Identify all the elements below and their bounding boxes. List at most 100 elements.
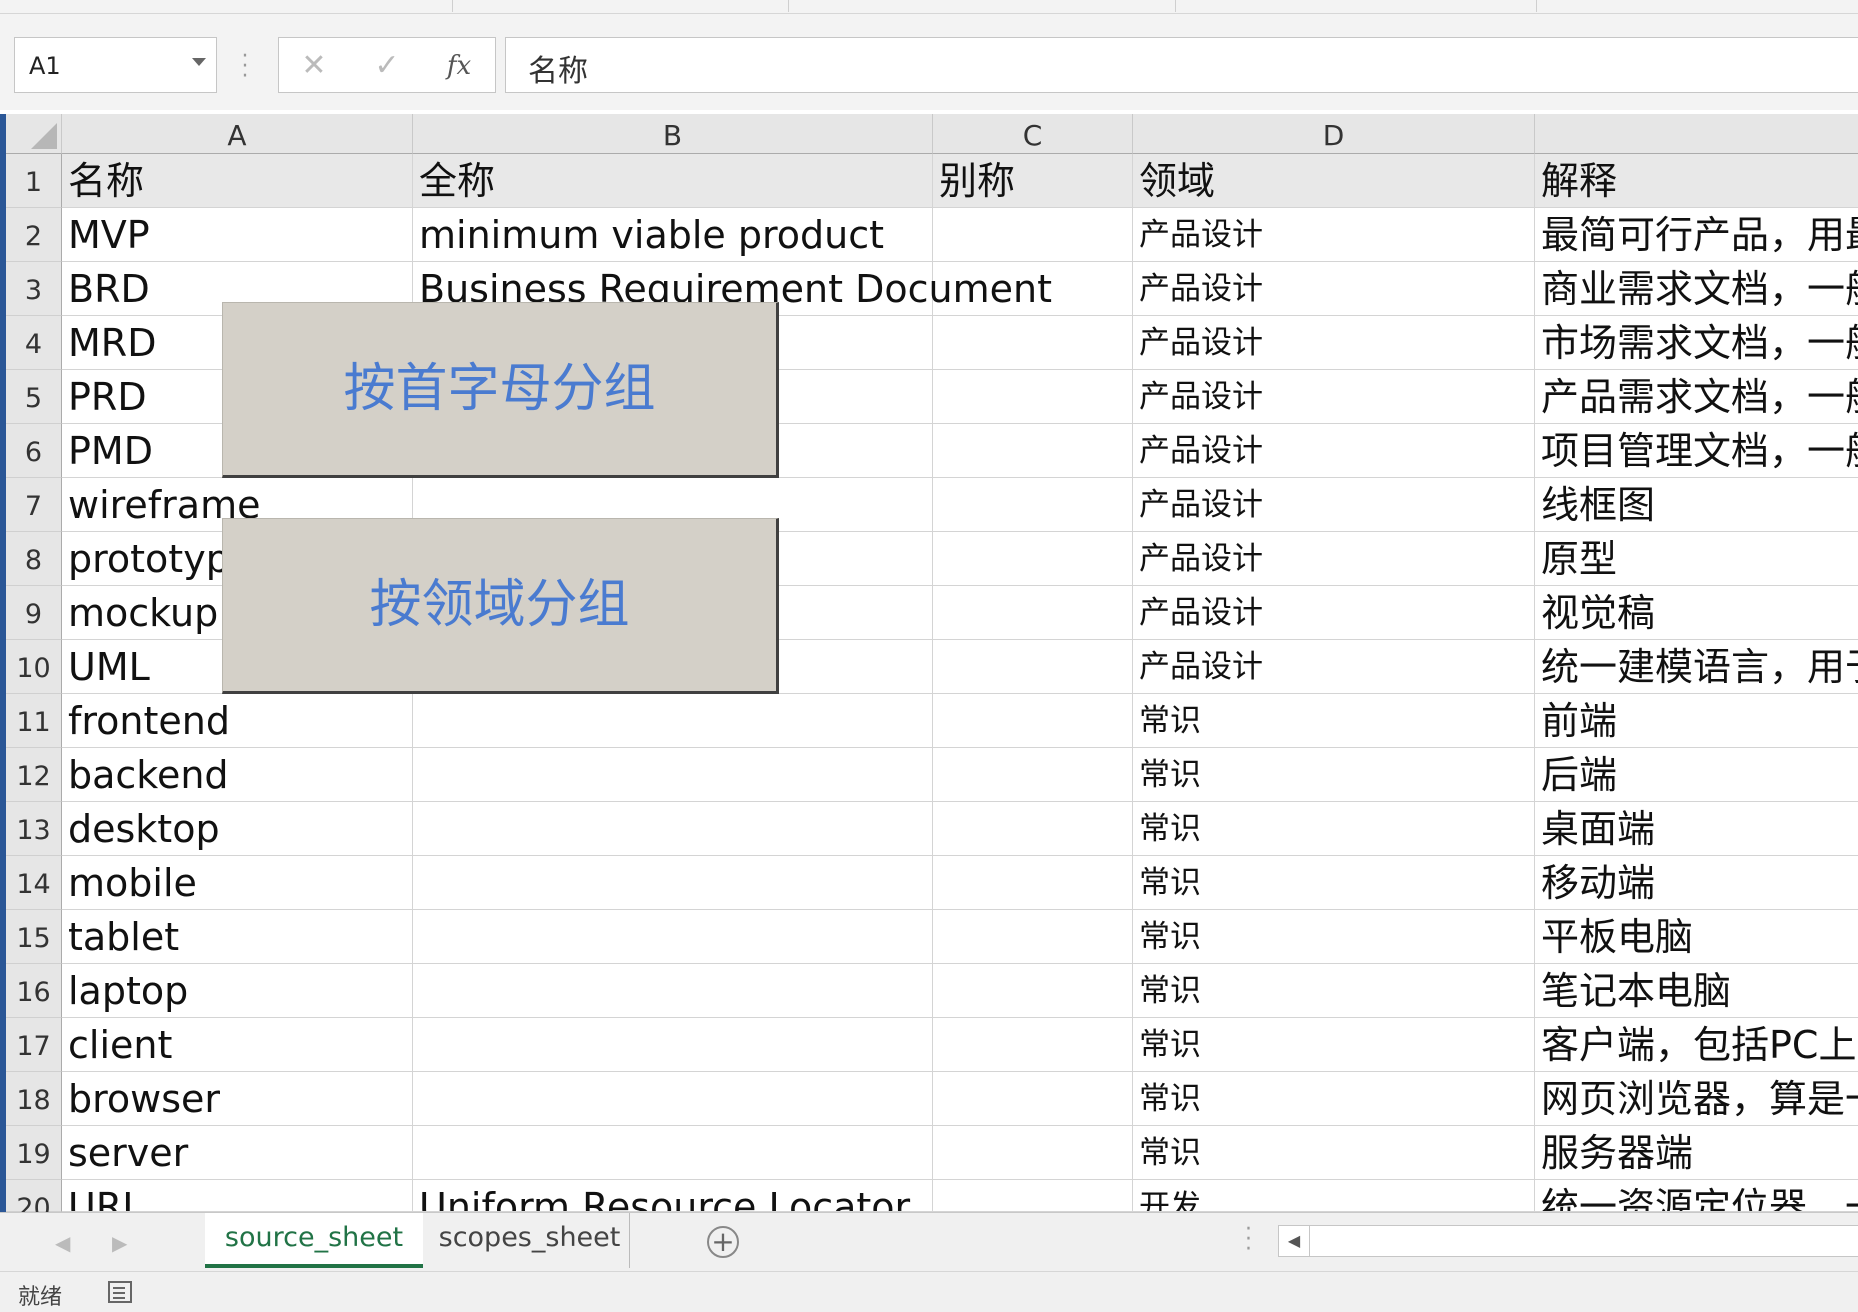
header-cell-a[interactable]: 名称 bbox=[62, 154, 413, 208]
cell-d[interactable]: 开发 bbox=[1133, 1180, 1535, 1212]
cell-d[interactable]: 常识 bbox=[1133, 1072, 1535, 1126]
row-header[interactable]: 12 bbox=[6, 748, 62, 802]
cell-d[interactable]: 产品设计 bbox=[1133, 532, 1535, 586]
cell-c[interactable] bbox=[933, 370, 1133, 424]
grip-dots-icon[interactable]: · · · bbox=[1245, 1219, 1252, 1261]
name-box[interactable]: A1 bbox=[14, 37, 217, 93]
column-header-a[interactable]: A bbox=[62, 114, 413, 154]
chevron-down-icon[interactable] bbox=[192, 58, 206, 66]
row-header[interactable]: 16 bbox=[6, 964, 62, 1018]
row-header[interactable]: 4 bbox=[6, 316, 62, 370]
cell-d[interactable]: 产品设计 bbox=[1133, 370, 1535, 424]
cell-e[interactable]: 项目管理文档，一般 bbox=[1535, 424, 1858, 478]
cell-d[interactable]: 常识 bbox=[1133, 694, 1535, 748]
row-header[interactable]: 11 bbox=[6, 694, 62, 748]
header-cell-d[interactable]: 领域 bbox=[1133, 154, 1535, 208]
add-sheet-icon[interactable]: + bbox=[707, 1226, 739, 1258]
row-header[interactable]: 6 bbox=[6, 424, 62, 478]
select-all-corner[interactable] bbox=[6, 114, 62, 154]
cell-e[interactable]: 笔记本电脑 bbox=[1535, 964, 1858, 1018]
cell-b[interactable] bbox=[413, 1126, 933, 1180]
cell-d[interactable]: 产品设计 bbox=[1133, 424, 1535, 478]
cell-e[interactable]: 最简可行产品，用最 bbox=[1535, 208, 1858, 262]
cell-e[interactable]: 统一建模语言，用于 bbox=[1535, 640, 1858, 694]
row-header[interactable]: 8 bbox=[6, 532, 62, 586]
row-header[interactable]: 5 bbox=[6, 370, 62, 424]
cell-c[interactable] bbox=[933, 694, 1133, 748]
cell-e[interactable]: 线框图 bbox=[1535, 478, 1858, 532]
cancel-icon[interactable]: ✕ bbox=[294, 46, 334, 86]
cell-c[interactable] bbox=[933, 316, 1133, 370]
row-header[interactable]: 10 bbox=[6, 640, 62, 694]
cell-b[interactable] bbox=[413, 910, 933, 964]
cell-d[interactable]: 产品设计 bbox=[1133, 262, 1535, 316]
cell-d[interactable]: 常识 bbox=[1133, 1018, 1535, 1072]
cell-e[interactable]: 后端 bbox=[1535, 748, 1858, 802]
column-header-c[interactable]: C bbox=[933, 114, 1133, 154]
cell-b[interactable] bbox=[413, 802, 933, 856]
cell-a[interactable]: frontend bbox=[62, 694, 413, 748]
row-header[interactable]: 9 bbox=[6, 586, 62, 640]
cell-c[interactable] bbox=[933, 208, 1133, 262]
enter-icon[interactable]: ✓ bbox=[367, 46, 407, 86]
cell-b[interactable] bbox=[413, 1072, 933, 1126]
row-header[interactable]: 20 bbox=[6, 1180, 62, 1224]
cell-e[interactable]: 客户端，包括PC上 bbox=[1535, 1018, 1858, 1072]
cell-d[interactable]: 常识 bbox=[1133, 964, 1535, 1018]
horizontal-scrollbar[interactable]: ◀ bbox=[1278, 1225, 1858, 1257]
cell-c[interactable] bbox=[933, 1180, 1133, 1212]
cell-d[interactable]: 产品设计 bbox=[1133, 478, 1535, 532]
cell-e[interactable]: 市场需求文档，一般 bbox=[1535, 316, 1858, 370]
cell-c[interactable] bbox=[933, 262, 1133, 316]
row-header[interactable]: 13 bbox=[6, 802, 62, 856]
cell-c[interactable] bbox=[933, 424, 1133, 478]
cell-d[interactable]: 常识 bbox=[1133, 1126, 1535, 1180]
cell-a[interactable]: client bbox=[62, 1018, 413, 1072]
cell-b[interactable] bbox=[413, 964, 933, 1018]
cell-c[interactable] bbox=[933, 640, 1133, 694]
cell-e[interactable]: 商业需求文档，一般 bbox=[1535, 262, 1858, 316]
tab-source-sheet[interactable]: source_sheet bbox=[205, 1213, 423, 1268]
macro-record-icon[interactable] bbox=[108, 1281, 132, 1303]
cell-b[interactable]: minimum viable product bbox=[413, 208, 933, 262]
cell-d[interactable]: 常识 bbox=[1133, 856, 1535, 910]
row-header[interactable]: 19 bbox=[6, 1126, 62, 1180]
cell-b[interactable]: Uniform Resource Locator bbox=[413, 1180, 933, 1212]
cell-b[interactable] bbox=[413, 694, 933, 748]
cell-b[interactable] bbox=[413, 1018, 933, 1072]
cell-a[interactable]: laptop bbox=[62, 964, 413, 1018]
cell-a[interactable]: desktop bbox=[62, 802, 413, 856]
group-by-letter-button[interactable]: 按首字母分组 bbox=[222, 302, 779, 478]
row-header[interactable]: 18 bbox=[6, 1072, 62, 1126]
row-header[interactable]: 1 bbox=[6, 154, 62, 208]
row-header[interactable]: 2 bbox=[6, 208, 62, 262]
cell-c[interactable] bbox=[933, 802, 1133, 856]
formula-input[interactable]: 名称 bbox=[505, 37, 1858, 93]
insert-function-icon[interactable]: fx bbox=[439, 46, 479, 86]
cell-c[interactable] bbox=[933, 748, 1133, 802]
group-by-domain-button[interactable]: 按领域分组 bbox=[222, 518, 779, 694]
cell-a[interactable]: backend bbox=[62, 748, 413, 802]
cell-a[interactable]: mobile bbox=[62, 856, 413, 910]
cell-a[interactable]: URL bbox=[62, 1180, 413, 1212]
cell-c[interactable] bbox=[933, 532, 1133, 586]
cell-d[interactable]: 产品设计 bbox=[1133, 640, 1535, 694]
cell-e[interactable]: 网页浏览器，算是一 bbox=[1535, 1072, 1858, 1126]
cell-c[interactable] bbox=[933, 910, 1133, 964]
scroll-left-icon[interactable]: ◀ bbox=[1279, 1226, 1310, 1256]
cell-b[interactable] bbox=[413, 856, 933, 910]
cell-d[interactable]: 产品设计 bbox=[1133, 208, 1535, 262]
cell-e[interactable]: 前端 bbox=[1535, 694, 1858, 748]
cell-d[interactable]: 常识 bbox=[1133, 910, 1535, 964]
cell-e[interactable]: 移动端 bbox=[1535, 856, 1858, 910]
cell-c[interactable] bbox=[933, 1018, 1133, 1072]
tab-scopes-sheet[interactable]: scopes_sheet bbox=[430, 1213, 630, 1268]
cell-e[interactable]: 服务器端 bbox=[1535, 1126, 1858, 1180]
cell-a[interactable]: browser bbox=[62, 1072, 413, 1126]
cell-b[interactable] bbox=[413, 748, 933, 802]
header-cell-c[interactable]: 别称 bbox=[933, 154, 1133, 208]
cell-e[interactable]: 视觉稿 bbox=[1535, 586, 1858, 640]
column-header-e[interactable] bbox=[1535, 114, 1858, 154]
cell-d[interactable]: 常识 bbox=[1133, 802, 1535, 856]
column-header-b[interactable]: B bbox=[413, 114, 933, 154]
